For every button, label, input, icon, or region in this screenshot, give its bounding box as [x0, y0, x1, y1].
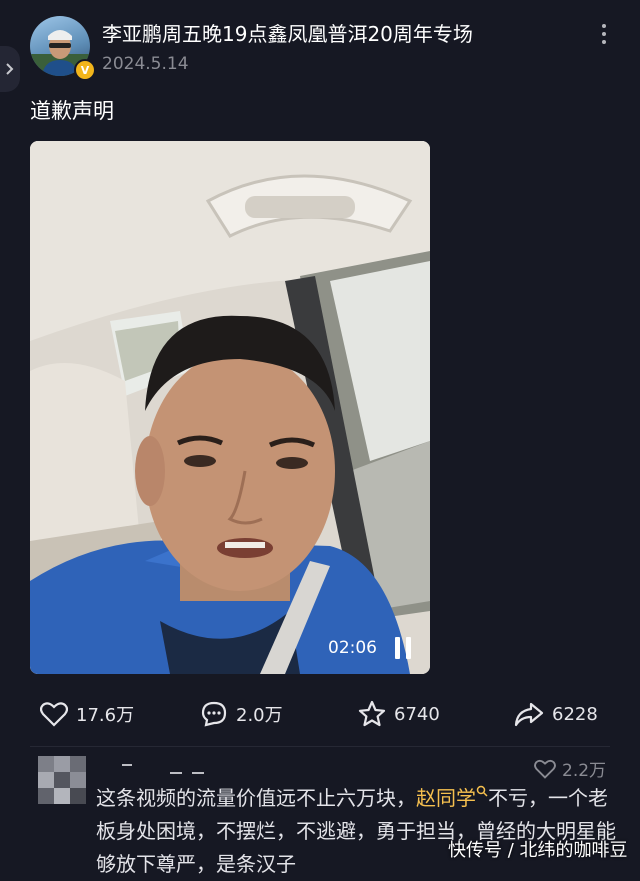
verified-badge: V	[74, 59, 96, 81]
watermark: 快传号 / 北纬的咖啡豆	[448, 840, 628, 861]
pause-icon	[395, 637, 400, 659]
share-icon	[514, 702, 544, 727]
video-timestamp: 02:06	[328, 638, 377, 658]
more-options-button[interactable]	[592, 20, 616, 48]
comment-text-before: 这条视频的流量价值远不止六万块，	[96, 786, 416, 810]
comment-count: 2.0万	[236, 705, 283, 726]
favorite-count: 6740	[394, 703, 440, 725]
share-button[interactable]: 6228	[514, 698, 598, 730]
comment-text: 这条视频的流量价值远不止六万块，赵同学 不亏，一个老板身处困境，不摆烂，不逃避，勇…	[96, 782, 616, 881]
star-icon	[358, 700, 386, 727]
commenter-avatar[interactable]	[38, 756, 86, 804]
post-title[interactable]: 李亚鹏周五晚19点鑫凤凰普洱20周年专场	[102, 18, 572, 47]
video-player[interactable]: 02:06	[30, 141, 430, 674]
comment-button[interactable]: 2.0万	[200, 698, 283, 730]
mention-link[interactable]: 赵同学	[416, 786, 488, 810]
comment-like-button[interactable]: 2.2万	[534, 756, 606, 781]
comment-icon	[201, 701, 227, 727]
video-frame	[30, 141, 430, 674]
side-panel-toggle[interactable]	[0, 46, 20, 92]
commenter-name[interactable]	[110, 758, 210, 780]
divider	[30, 746, 610, 747]
favorite-button[interactable]: 6740	[358, 698, 440, 730]
chevron-right-icon	[6, 63, 14, 75]
post-caption: 道歉声明	[30, 99, 114, 123]
heart-icon	[40, 702, 68, 727]
share-count: 6228	[552, 703, 598, 725]
search-icon	[476, 786, 488, 797]
comment-like-count: 2.2万	[562, 761, 607, 781]
post-date: 2024.5.14	[102, 54, 189, 74]
pause-button[interactable]	[392, 637, 414, 661]
like-count: 17.6万	[76, 705, 135, 726]
like-button[interactable]: 17.6万	[40, 698, 134, 730]
more-vertical-icon	[602, 24, 606, 28]
heart-icon	[534, 759, 556, 779]
